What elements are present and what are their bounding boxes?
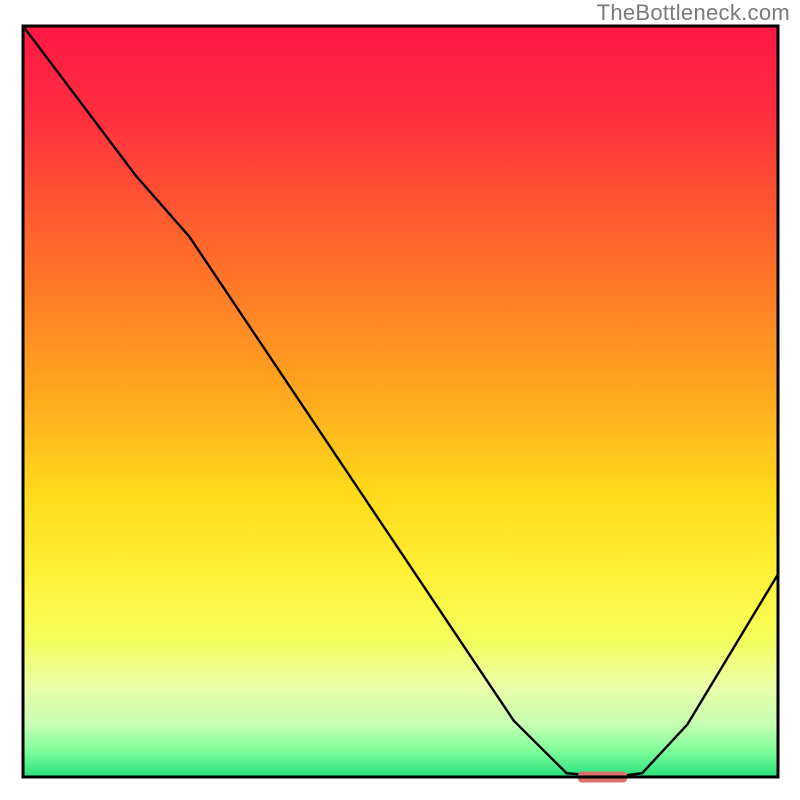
plot-background (23, 26, 778, 777)
bottleneck-chart-svg (0, 0, 800, 800)
chart-container: TheBottleneck.com (0, 0, 800, 800)
watermark-text: TheBottleneck.com (597, 0, 790, 26)
